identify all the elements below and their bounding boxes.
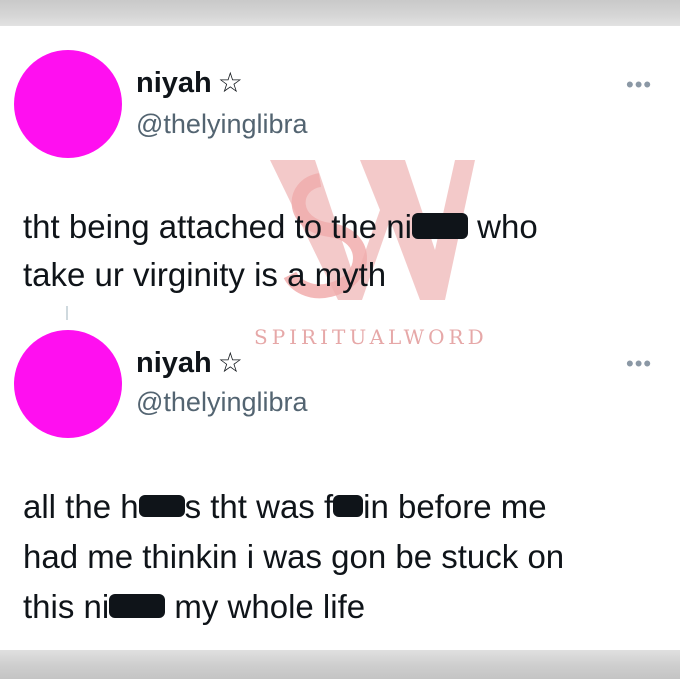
censor-bar bbox=[333, 495, 364, 518]
avatar[interactable] bbox=[14, 330, 122, 438]
more-options-icon[interactable]: ••• bbox=[626, 353, 652, 375]
more-options-icon[interactable]: ••• bbox=[626, 74, 652, 96]
top-frame-bar bbox=[0, 0, 680, 26]
tweet-line: take ur virginity is a myth bbox=[23, 256, 387, 293]
tweet-line: all the hs tht was f in before me bbox=[23, 488, 547, 525]
display-name[interactable]: niyah ☆ bbox=[136, 346, 243, 380]
avatar[interactable] bbox=[14, 50, 122, 158]
user-handle[interactable]: @thelyinglibra bbox=[136, 387, 308, 418]
watermark-text: SPIRITUALWORD bbox=[254, 325, 488, 349]
tweet-line: tht being attached to the ni who bbox=[23, 208, 538, 245]
tweet-text: all the hs tht was f in before me had me … bbox=[23, 482, 564, 632]
star-icon: ☆ bbox=[217, 67, 243, 98]
censor-bar bbox=[138, 495, 185, 518]
display-name[interactable]: niyah ☆ bbox=[136, 66, 243, 100]
tweet-text: tht being attached to the ni who take ur… bbox=[23, 203, 538, 299]
thread-connector bbox=[66, 306, 68, 320]
tweet-line: this ni my whole life bbox=[23, 588, 366, 625]
bottom-frame-bar bbox=[0, 650, 680, 679]
star-icon: ☆ bbox=[217, 347, 243, 378]
censor-bar bbox=[109, 594, 166, 619]
user-handle[interactable]: @thelyinglibra bbox=[136, 109, 308, 140]
tweet-line: had me thinkin i was gon be stuck on bbox=[23, 538, 565, 575]
censor-bar bbox=[411, 213, 468, 240]
